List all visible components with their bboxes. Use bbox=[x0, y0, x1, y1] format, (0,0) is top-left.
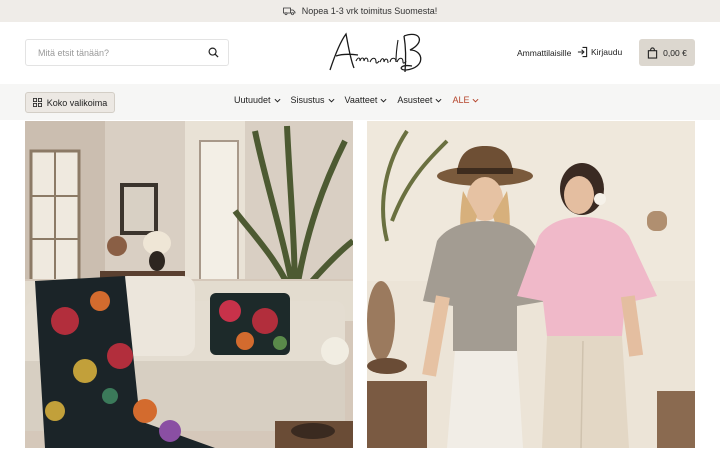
cart-button[interactable]: 0,00 € bbox=[639, 39, 695, 66]
announcement-bar: Nopea 1-3 vrk toimitus Suomesta! bbox=[0, 0, 720, 22]
professionals-link[interactable]: Ammattilaisille bbox=[517, 48, 571, 58]
chevron-down-icon bbox=[472, 98, 479, 103]
nav-label: Vaatteet bbox=[344, 95, 378, 105]
nav-menu: Uutuudet Sisustus Vaatteet Asusteet ALE bbox=[234, 95, 479, 105]
chevron-down-icon bbox=[328, 98, 335, 103]
login-label: Kirjaudu bbox=[591, 47, 623, 57]
nav-item-ale[interactable]: ALE bbox=[452, 95, 479, 105]
site-header: Ammattilaisille Kirjaudu 0,00 € bbox=[0, 22, 720, 84]
chevron-down-icon bbox=[380, 98, 387, 103]
grid-icon bbox=[32, 98, 42, 107]
search-bar[interactable] bbox=[25, 39, 229, 66]
full-catalog-button[interactable]: Koko valikoima bbox=[25, 92, 115, 113]
nav-label: ALE bbox=[452, 95, 470, 105]
nav-label: Asusteet bbox=[397, 95, 433, 105]
hero-image-interior[interactable] bbox=[25, 121, 353, 448]
nav-item-asusteet[interactable]: Asusteet bbox=[397, 95, 442, 105]
login-icon bbox=[577, 46, 588, 58]
search-input[interactable] bbox=[38, 47, 208, 58]
nav-label: Sisustus bbox=[290, 95, 325, 105]
search-icon[interactable] bbox=[208, 47, 219, 58]
announcement-text: Nopea 1-3 vrk toimitus Suomesta! bbox=[301, 6, 438, 16]
hero-image-fashion[interactable] bbox=[367, 121, 695, 448]
catalog-label: Koko valikoima bbox=[46, 97, 108, 108]
shopping-bag-icon bbox=[647, 46, 658, 59]
nav-item-vaatteet[interactable]: Vaatteet bbox=[345, 95, 388, 105]
cart-total: 0,00 € bbox=[663, 47, 687, 58]
nav-item-sisustus[interactable]: Sisustus bbox=[291, 95, 335, 105]
chevron-down-icon bbox=[435, 98, 442, 103]
truck-icon bbox=[282, 7, 296, 16]
chevron-down-icon bbox=[274, 98, 281, 103]
main-navigation: Koko valikoima Uutuudet Sisustus Vaattee… bbox=[0, 84, 720, 120]
login-link[interactable]: Kirjaudu bbox=[577, 46, 622, 58]
brand-logo[interactable] bbox=[320, 28, 430, 78]
nav-label: Uutuudet bbox=[234, 95, 271, 105]
nav-item-uutuudet[interactable]: Uutuudet bbox=[234, 95, 281, 105]
